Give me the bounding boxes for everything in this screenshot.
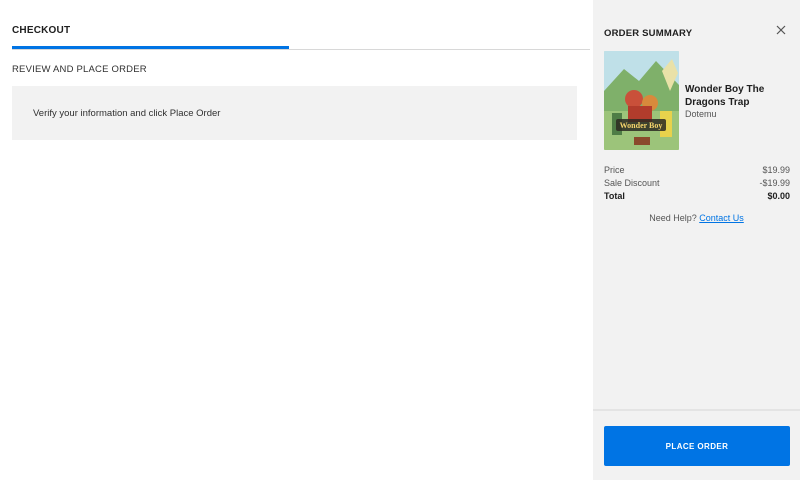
contact-us-link[interactable]: Contact Us (699, 213, 744, 223)
product-publisher: Dotemu (685, 109, 717, 119)
price-label: Price (604, 165, 625, 175)
section-title: REVIEW AND PLACE ORDER (12, 64, 147, 75)
total-label: Total (604, 191, 625, 201)
order-summary-title: ORDER SUMMARY (604, 28, 693, 39)
product-title: Wonder Boy The Dragons Trap (685, 84, 765, 108)
close-button[interactable] (773, 22, 789, 38)
help-line: Need Help? Contact Us (593, 213, 800, 223)
tab-active-indicator (12, 46, 289, 49)
total-row: Total $0.00 (604, 191, 790, 203)
discount-row: Sale Discount -$19.99 (604, 178, 790, 190)
discount-label: Sale Discount (604, 178, 660, 188)
discount-value: -$19.99 (759, 178, 790, 188)
help-text: Need Help? (649, 213, 700, 223)
checkout-tab-bar: CHECKOUT (12, 0, 590, 50)
game-cover-image: Wonder Boy (604, 51, 679, 150)
order-summary-panel: ORDER SUMMARY Wonder Boy Wonder Boy The … (593, 0, 800, 480)
total-value: $0.00 (767, 191, 790, 201)
price-row: Price $19.99 (604, 165, 790, 177)
info-box: Verify your information and click Place … (12, 86, 577, 140)
tab-checkout[interactable]: CHECKOUT (12, 25, 70, 36)
close-icon (776, 25, 786, 35)
price-value: $19.99 (762, 165, 790, 175)
info-text: Verify your information and click Place … (33, 108, 221, 119)
cover-logo-text: Wonder Boy (620, 121, 663, 130)
checkout-pane: CHECKOUT REVIEW AND PLACE ORDER Verify y… (0, 0, 593, 480)
place-order-button[interactable]: PLACE ORDER (604, 426, 790, 466)
